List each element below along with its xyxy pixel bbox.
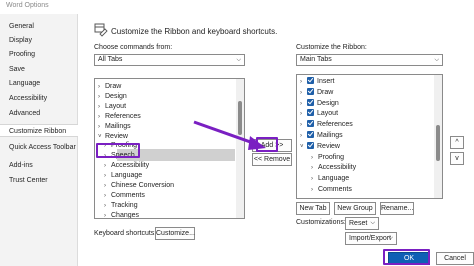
command-item-label: Accessibility	[111, 162, 150, 170]
move-down-button[interactable]: v	[450, 152, 464, 165]
nav-proofing[interactable]: Proofing	[0, 48, 78, 61]
command-item-label: Review	[105, 132, 128, 140]
title-bar: Word Options	[0, 0, 474, 14]
nav-quick-access-toolbar[interactable]: Quick Access Toolbar	[0, 141, 78, 154]
nav-general[interactable]: General	[0, 20, 78, 33]
ribbon-tab-item[interactable]: › Accessibility	[311, 162, 356, 173]
ribbon-tab-item[interactable]: › Layout	[300, 108, 338, 119]
customize-shortcuts-button[interactable]: Customize...	[155, 227, 195, 240]
ribbon-tab-label: Insert	[317, 78, 335, 85]
ribbon-tab-item[interactable]: › Insert	[300, 76, 335, 87]
ribbon-tab-label: References	[317, 121, 353, 129]
customize-ribbon-dropdown[interactable]: Main Tabs ⌵	[296, 54, 443, 66]
nav-add-ins[interactable]: Add-ins	[0, 159, 78, 172]
command-item-label: Comments	[111, 191, 145, 199]
nav-customize-ribbon[interactable]: Customize Ribbon	[0, 124, 78, 137]
nav-language[interactable]: Language	[0, 77, 78, 90]
window-title: Word Options	[6, 2, 49, 9]
ribbon-customize-icon	[94, 23, 108, 37]
nav-accessibility[interactable]: Accessibility	[0, 92, 78, 105]
command-item-label: Layout	[105, 102, 127, 110]
command-item-label: Language	[111, 172, 143, 180]
choose-commands-value: All Tabs	[98, 56, 123, 63]
ribbon-tab-label: Mailings	[317, 132, 343, 139]
ribbon-tab-item[interactable]: › Language	[311, 173, 349, 184]
chevron-down-icon: ⌵	[236, 57, 241, 63]
reset-dropdown[interactable]: Reset ⌵	[345, 217, 379, 230]
checkbox-checked-icon[interactable]	[307, 131, 314, 138]
ribbon-tabs-scrollbar[interactable]	[434, 75, 442, 198]
nav-save[interactable]: Save	[0, 63, 78, 76]
scrollbar-thumb[interactable]	[436, 125, 440, 161]
chevron-right-icon[interactable]: ›	[104, 211, 111, 218]
checkbox-checked-icon[interactable]	[307, 98, 314, 106]
ribbon-tab-label: Review	[317, 142, 340, 150]
customizations-label: Customizations:	[296, 219, 346, 226]
command-item-label: Design	[105, 92, 127, 100]
command-item-label: Changes	[111, 211, 140, 219]
ribbon-tab-label: Draw	[317, 88, 334, 96]
checkbox-checked-icon[interactable]	[307, 77, 314, 84]
ribbon-tab-label: Comments	[318, 186, 352, 193]
chevron-down-icon: ⌵	[434, 57, 439, 63]
command-item[interactable]: › Changes	[104, 210, 140, 219]
rename-button[interactable]: Rename...	[380, 202, 414, 215]
chevron-up-icon: ^	[455, 139, 459, 146]
customize-ribbon-value: Main Tabs	[300, 56, 332, 63]
choose-commands-dropdown[interactable]: All Tabs ⌵	[94, 54, 245, 66]
ribbon-tab-item[interactable]: › Design	[300, 98, 339, 109]
ribbon-tab-label: Language	[318, 175, 350, 183]
ribbon-tab-label: Proofing	[318, 153, 345, 161]
choose-commands-label: Choose commands from:	[94, 44, 173, 51]
ribbon-tab-item[interactable]: › Draw	[300, 87, 333, 98]
command-item-label: References	[105, 112, 141, 120]
chevron-right-icon[interactable]: ›	[311, 185, 318, 196]
command-item-label: Draw	[105, 83, 122, 90]
chevron-down-icon: v	[455, 155, 459, 162]
customize-ribbon-label: Customize the Ribbon:	[296, 44, 367, 51]
ribbon-tab-label: Design	[317, 99, 339, 107]
page-title: Customize the Ribbon and keyboard shortc…	[111, 27, 278, 36]
import-export-label: Import/Export	[349, 235, 392, 242]
options-nav: General Display Proofing Save Language A…	[0, 14, 78, 266]
chevron-down-icon[interactable]: ˅	[300, 142, 307, 153]
command-item-label: Chinese Conversion	[111, 182, 175, 189]
ribbon-tab-item[interactable]: ˅ Review	[300, 141, 340, 152]
nav-advanced[interactable]: Advanced	[0, 107, 78, 120]
reset-label: Reset	[349, 220, 368, 227]
ribbon-tab-item[interactable]: › References	[300, 119, 353, 130]
annotation-arrow-icon	[193, 120, 266, 150]
new-group-button[interactable]: New Group	[334, 202, 376, 215]
checkbox-checked-icon[interactable]	[307, 141, 314, 149]
chevron-down-icon: ⌵	[370, 220, 375, 226]
annotation-highlight-ok	[383, 249, 430, 265]
annotation-highlight-speech	[96, 143, 140, 158]
nav-display[interactable]: Display	[0, 34, 78, 47]
checkbox-checked-icon[interactable]	[307, 109, 314, 117]
nav-trust-center[interactable]: Trust Center	[0, 174, 78, 187]
ribbon-tab-item[interactable]: › Proofing	[311, 152, 344, 163]
ribbon-tab-label: Accessibility	[318, 164, 357, 172]
keyboard-shortcuts-label: Keyboard shortcuts:	[94, 230, 157, 237]
cancel-button[interactable]: Cancel	[436, 252, 474, 265]
chevron-down-icon: ⌵	[388, 235, 393, 241]
import-export-dropdown[interactable]: Import/Export ⌵	[345, 232, 397, 245]
move-up-button[interactable]: ^	[450, 136, 464, 149]
ribbon-tab-item[interactable]: › Comments	[311, 184, 352, 195]
command-item-label: Mailings	[105, 122, 131, 130]
ribbon-tab-item[interactable]: › Mailings	[300, 130, 343, 141]
command-item-label: Tracking	[111, 201, 138, 209]
checkbox-checked-icon[interactable]	[307, 120, 314, 128]
ribbon-tab-label: Layout	[317, 110, 339, 118]
new-tab-button[interactable]: New Tab	[296, 202, 330, 215]
ribbon-tabs-list[interactable]: › Insert › Draw › Design › Layout › References › Ma…	[296, 74, 443, 199]
checkbox-checked-icon[interactable]	[307, 87, 314, 95]
